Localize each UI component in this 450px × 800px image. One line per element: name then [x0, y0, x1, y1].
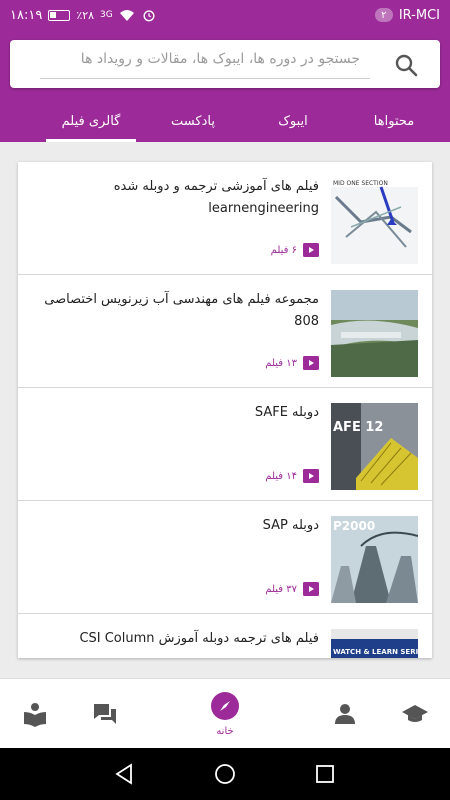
tab-label: محتواها	[373, 113, 415, 129]
compass-icon	[211, 691, 239, 720]
battery-icon	[48, 9, 71, 21]
thumbnail: MID ONE SECTION	[331, 177, 418, 264]
tab-podcast[interactable]: پادکست	[138, 100, 248, 142]
search-icon[interactable]	[394, 53, 418, 77]
film-gallery-list: MID ONE SECTION فیلم های آموزشی ترجمه و …	[18, 162, 432, 658]
list-item[interactable]: AFE 12 دوبله SAFE ۱۴ فیلم	[18, 388, 432, 501]
film-count: ۶ فیلم	[271, 243, 319, 257]
bottom-navigation: خانه	[0, 678, 450, 748]
search-input[interactable]: جستجو در دوره ها، ایبوک ها، مقالات و روی…	[81, 51, 360, 67]
film-count: ۱۳ فیلم	[265, 356, 319, 370]
safe-thumbnail-image: AFE 12	[331, 403, 418, 490]
film-icon	[303, 243, 319, 257]
thumbnail: AFE 12	[331, 403, 418, 490]
film-count: ۱۴ فیلم	[265, 469, 319, 483]
search-box[interactable]: جستجو در دوره ها، ایبوک ها، مقالات و روی…	[10, 40, 440, 88]
nav-home[interactable]: خانه	[195, 679, 255, 749]
thumb-text: AFE 12	[333, 420, 383, 435]
graduation-cap-icon	[402, 705, 428, 722]
nav-profile[interactable]	[315, 679, 375, 749]
list-item[interactable]: WATCH & LEARN SERIES فیلم های ترجمه دوبل…	[18, 614, 432, 658]
card-title: فیلم های آموزشی ترجمه و دوبله شده learne…	[113, 179, 319, 216]
bridge-thumbnail-image: MID ONE SECTION	[331, 177, 418, 264]
search-underline	[40, 78, 370, 79]
count-text: ۱۴ فیلم	[265, 470, 297, 482]
card-title: دوبله SAP	[262, 518, 319, 533]
nav-home-label: خانه	[216, 725, 234, 737]
card-title: مجموعه فیلم های مهندسی آب زیرنویس اختصاص…	[44, 292, 319, 329]
status-right: ۲ IR-MCI	[374, 7, 440, 23]
nav-library[interactable]	[5, 679, 65, 749]
film-count: ۳۷ فیلم	[265, 582, 319, 596]
person-icon	[335, 704, 355, 724]
count-text: ۶ فیلم	[270, 244, 297, 256]
tab-label: پادکست	[171, 113, 215, 129]
tab-ebook[interactable]: ایبوک	[248, 100, 338, 142]
alarm-icon	[143, 10, 155, 22]
carrier-text: IR-MCI	[398, 7, 440, 23]
count-text: ۱۳ فیلم	[265, 357, 297, 369]
tab-film-gallery[interactable]: گالری فیلم	[46, 100, 136, 142]
sim-badge: ۲	[374, 8, 393, 22]
csi-column-thumbnail-image: WATCH & LEARN SERIES	[331, 629, 418, 658]
network-text: 3G	[100, 10, 113, 20]
film-icon	[303, 469, 319, 483]
status-bar: ۱۸:۱۹ ٪۲۸ 3G ۲ IR-MCI	[0, 0, 450, 30]
thumb-text: P2000	[333, 519, 375, 533]
wifi-icon	[119, 10, 134, 21]
chat-icon	[94, 704, 116, 724]
card-title: دوبله SAFE	[254, 405, 319, 420]
thumbnail	[331, 290, 418, 377]
battery-text: ٪۲۸	[76, 8, 95, 22]
count-text: ۳۷ فیلم	[265, 583, 297, 595]
tab-contents[interactable]: محتواها	[338, 100, 450, 142]
home-circle-icon[interactable]	[213, 762, 237, 786]
list-item[interactable]: P2000 دوبله SAP ۳۷ فیلم	[18, 501, 432, 614]
film-icon	[303, 582, 319, 596]
nav-courses[interactable]	[385, 679, 445, 749]
dam-thumbnail-image	[331, 290, 418, 377]
tab-label: ایبوک	[278, 113, 308, 129]
thumb-text: WATCH & LEARN SERIES	[333, 648, 418, 656]
back-icon[interactable]	[113, 762, 137, 786]
status-left: ۱۸:۱۹ ٪۲۸ 3G	[10, 8, 157, 23]
reader-icon	[24, 703, 46, 727]
thumbnail: WATCH & LEARN SERIES	[331, 629, 418, 658]
thumbnail: P2000	[331, 516, 418, 603]
recents-square-icon[interactable]	[313, 762, 337, 786]
thumb-text: MID ONE SECTION	[333, 180, 388, 187]
tab-bar: محتواها ایبوک پادکست گالری فیلم	[0, 100, 450, 142]
clock-text: ۱۸:۱۹	[10, 7, 43, 23]
card-title: فیلم های ترجمه دوبله آموزش CSI Column	[79, 631, 319, 646]
list-item[interactable]: MID ONE SECTION فیلم های آموزشی ترجمه و …	[18, 162, 432, 275]
nav-forum[interactable]	[75, 679, 135, 749]
tab-label: گالری فیلم	[61, 113, 121, 129]
list-item[interactable]: مجموعه فیلم های مهندسی آب زیرنویس اختصاص…	[18, 275, 432, 388]
sap-thumbnail-image: P2000	[331, 516, 418, 603]
header: جستجو در دوره ها، ایبوک ها، مقالات و روی…	[0, 30, 450, 142]
film-icon	[303, 356, 319, 370]
system-navigation-bar	[0, 748, 450, 800]
